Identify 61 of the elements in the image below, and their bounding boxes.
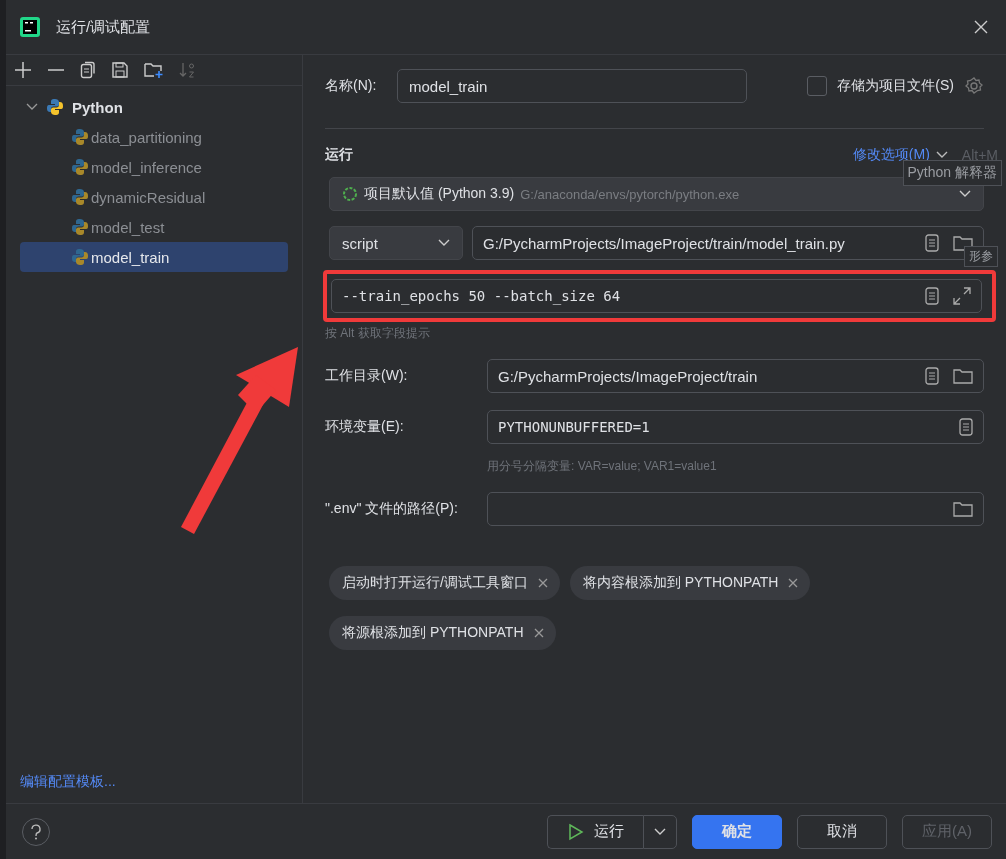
- help-icon: [30, 823, 42, 840]
- tree-item[interactable]: model_train: [20, 242, 288, 272]
- tree-item[interactable]: model_inference: [20, 152, 288, 182]
- save-icon[interactable]: [111, 61, 129, 79]
- play-icon: [567, 822, 584, 841]
- python-icon: [71, 248, 89, 266]
- close-icon: [974, 20, 988, 34]
- close-icon[interactable]: [788, 578, 799, 588]
- python-icon: [71, 218, 89, 236]
- expand-icon[interactable]: [953, 287, 971, 305]
- close-icon[interactable]: [537, 578, 548, 588]
- python-icon: [71, 188, 89, 206]
- checkbox-label: 存储为项目文件(S): [837, 77, 954, 95]
- option-chip[interactable]: 将内容根添加到 PYTHONPATH: [569, 566, 811, 600]
- loading-icon: [342, 186, 358, 202]
- tree-item[interactable]: Python: [20, 92, 288, 122]
- gear-icon[interactable]: [964, 76, 984, 96]
- tree-item[interactable]: dynamicResidual: [20, 182, 288, 212]
- directory-field[interactable]: G:/PycharmProjects/ImageProject/train: [487, 359, 984, 393]
- new-folder-icon[interactable]: [144, 61, 164, 79]
- python-icon: [71, 158, 89, 176]
- option-chip[interactable]: 将源根添加到 PYTHONPATH: [329, 616, 556, 650]
- app-logo-icon: [20, 17, 40, 37]
- tree-item[interactable]: data_partitioning: [20, 122, 288, 152]
- section-title: 运行: [325, 146, 353, 164]
- chevron-down-icon: [935, 151, 948, 159]
- cancel-button[interactable]: 取消: [797, 814, 887, 849]
- chevron-down-icon: [438, 239, 450, 247]
- script-type-dropdown[interactable]: script: [329, 226, 463, 260]
- hint-text: 用分号分隔变量: VAR=value; VAR1=value1: [487, 458, 718, 475]
- document-icon[interactable]: [959, 418, 973, 436]
- checkbox[interactable]: [807, 76, 828, 96]
- name-label: 名称(N):: [325, 77, 378, 95]
- python-icon: [46, 98, 64, 116]
- window-title: 运行/调试配置: [56, 17, 151, 37]
- option-chip[interactable]: 启动时打开运行/调试工具窗口: [329, 566, 560, 600]
- chevron-down-icon: [959, 190, 971, 198]
- name-field[interactable]: model_train: [397, 69, 747, 103]
- copy-icon[interactable]: [80, 61, 96, 79]
- chevron-down-icon: [654, 827, 666, 836]
- dropdown-button[interactable]: [643, 814, 677, 849]
- run-button[interactable]: 运行: [547, 814, 643, 849]
- field-label: 工作目录(W):: [325, 367, 409, 385]
- field-label: 环境变量(E):: [325, 418, 405, 436]
- tooltip: 形参: [964, 246, 998, 267]
- python-icon: [71, 128, 89, 146]
- document-icon[interactable]: [925, 287, 939, 305]
- add-icon[interactable]: [14, 61, 32, 79]
- close-icon[interactable]: [533, 628, 544, 638]
- tooltip: Python 解释器: [902, 160, 1002, 186]
- edit-templates-link[interactable]: 编辑配置模板...: [6, 773, 302, 803]
- hint-text: 按 Alt 获取字段提示: [325, 325, 431, 342]
- document-icon[interactable]: [925, 234, 939, 252]
- document-icon[interactable]: [925, 367, 939, 385]
- folder-icon[interactable]: [953, 501, 973, 517]
- file-path-field[interactable]: [487, 492, 984, 526]
- tree-item[interactable]: model_test: [20, 212, 288, 242]
- folder-icon[interactable]: [953, 368, 973, 384]
- parameters-field[interactable]: --train_epochs 50 --batch_size 64: [331, 279, 982, 313]
- field-label: ".env" 文件的路径(P):: [325, 500, 459, 518]
- environment-field[interactable]: PYTHONUNBUFFERED=1: [487, 410, 984, 444]
